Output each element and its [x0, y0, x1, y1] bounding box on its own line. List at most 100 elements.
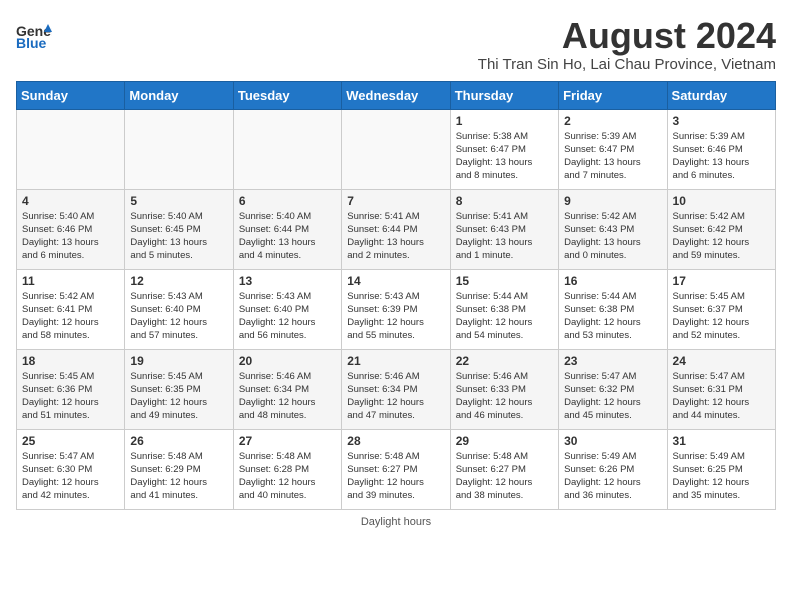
- day-number: 25: [22, 434, 119, 448]
- calendar-cell: 22 Sunrise: 5:46 AM Sunset: 6:33 PM Dayli…: [450, 349, 558, 429]
- day-number: 30: [564, 434, 661, 448]
- calendar-cell: 28 Sunrise: 5:48 AM Sunset: 6:27 PM Dayli…: [342, 429, 450, 509]
- day-info: Sunrise: 5:42 AM Sunset: 6:42 PM Dayligh…: [673, 210, 770, 263]
- day-number: 24: [673, 354, 770, 368]
- day-info: Sunrise: 5:45 AM Sunset: 6:37 PM Dayligh…: [673, 290, 770, 343]
- day-number: 5: [130, 194, 227, 208]
- day-info: Sunrise: 5:48 AM Sunset: 6:27 PM Dayligh…: [347, 450, 444, 503]
- week-row-0: 1 Sunrise: 5:38 AM Sunset: 6:47 PM Daylig…: [17, 109, 776, 189]
- day-number: 17: [673, 274, 770, 288]
- day-info: Sunrise: 5:43 AM Sunset: 6:40 PM Dayligh…: [239, 290, 336, 343]
- calendar-cell: 25 Sunrise: 5:47 AM Sunset: 6:30 PM Dayli…: [17, 429, 125, 509]
- calendar-cell: 24 Sunrise: 5:47 AM Sunset: 6:31 PM Dayli…: [667, 349, 775, 429]
- day-info: Sunrise: 5:46 AM Sunset: 6:34 PM Dayligh…: [347, 370, 444, 423]
- day-number: 1: [456, 114, 553, 128]
- calendar-cell: [17, 109, 125, 189]
- day-number: 23: [564, 354, 661, 368]
- day-number: 15: [456, 274, 553, 288]
- day-number: 26: [130, 434, 227, 448]
- footer-note: Daylight hours: [16, 516, 776, 528]
- calendar-cell: [125, 109, 233, 189]
- day-number: 12: [130, 274, 227, 288]
- day-info: Sunrise: 5:42 AM Sunset: 6:43 PM Dayligh…: [564, 210, 661, 263]
- day-info: Sunrise: 5:41 AM Sunset: 6:43 PM Dayligh…: [456, 210, 553, 263]
- header-row: SundayMondayTuesdayWednesdayThursdayFrid…: [17, 81, 776, 109]
- day-number: 31: [673, 434, 770, 448]
- day-number: 20: [239, 354, 336, 368]
- header-cell-wednesday: Wednesday: [342, 81, 450, 109]
- header: General Blue August 2024 Thi Tran Sin Ho…: [16, 16, 776, 73]
- day-info: Sunrise: 5:48 AM Sunset: 6:29 PM Dayligh…: [130, 450, 227, 503]
- calendar-cell: 15 Sunrise: 5:44 AM Sunset: 6:38 PM Dayli…: [450, 269, 558, 349]
- calendar-cell: 13 Sunrise: 5:43 AM Sunset: 6:40 PM Dayli…: [233, 269, 341, 349]
- day-number: 29: [456, 434, 553, 448]
- day-info: Sunrise: 5:44 AM Sunset: 6:38 PM Dayligh…: [456, 290, 553, 343]
- day-number: 6: [239, 194, 336, 208]
- calendar-cell: 16Sunrise: 5:44 AM Sunset: 6:38 PM Dayli…: [559, 269, 667, 349]
- header-cell-saturday: Saturday: [667, 81, 775, 109]
- day-info: Sunrise: 5:44 AM Sunset: 6:38 PM Dayligh…: [564, 290, 661, 343]
- calendar-cell: 20 Sunrise: 5:46 AM Sunset: 6:34 PM Dayli…: [233, 349, 341, 429]
- week-row-1: 4Sunrise: 5:40 AM Sunset: 6:46 PM Daylig…: [17, 189, 776, 269]
- day-info: Sunrise: 5:46 AM Sunset: 6:33 PM Dayligh…: [456, 370, 553, 423]
- svg-text:Blue: Blue: [16, 35, 47, 51]
- calendar-table: SundayMondayTuesdayWednesdayThursdayFrid…: [16, 81, 776, 510]
- week-row-2: 11Sunrise: 5:42 AM Sunset: 6:41 PM Dayli…: [17, 269, 776, 349]
- day-info: Sunrise: 5:40 AM Sunset: 6:44 PM Dayligh…: [239, 210, 336, 263]
- calendar-cell: 11Sunrise: 5:42 AM Sunset: 6:41 PM Dayli…: [17, 269, 125, 349]
- day-number: 14: [347, 274, 444, 288]
- day-number: 18: [22, 354, 119, 368]
- calendar-cell: 6 Sunrise: 5:40 AM Sunset: 6:44 PM Daylig…: [233, 189, 341, 269]
- calendar-cell: 10 Sunrise: 5:42 AM Sunset: 6:42 PM Dayli…: [667, 189, 775, 269]
- calendar-cell: 4Sunrise: 5:40 AM Sunset: 6:46 PM Daylig…: [17, 189, 125, 269]
- day-info: Sunrise: 5:41 AM Sunset: 6:44 PM Dayligh…: [347, 210, 444, 263]
- day-number: 13: [239, 274, 336, 288]
- calendar-cell: 23 Sunrise: 5:47 AM Sunset: 6:32 PM Dayli…: [559, 349, 667, 429]
- day-info: Sunrise: 5:43 AM Sunset: 6:39 PM Dayligh…: [347, 290, 444, 343]
- calendar-subtitle: Thi Tran Sin Ho, Lai Chau Province, Viet…: [478, 56, 776, 73]
- day-info: Sunrise: 5:38 AM Sunset: 6:47 PM Dayligh…: [456, 130, 553, 183]
- calendar-cell: 3 Sunrise: 5:39 AM Sunset: 6:46 PM Daylig…: [667, 109, 775, 189]
- day-info: Sunrise: 5:47 AM Sunset: 6:30 PM Dayligh…: [22, 450, 119, 503]
- header-cell-tuesday: Tuesday: [233, 81, 341, 109]
- calendar-cell: 8Sunrise: 5:41 AM Sunset: 6:43 PM Daylig…: [450, 189, 558, 269]
- week-row-3: 18Sunrise: 5:45 AM Sunset: 6:36 PM Dayli…: [17, 349, 776, 429]
- day-number: 10: [673, 194, 770, 208]
- calendar-cell: 18Sunrise: 5:45 AM Sunset: 6:36 PM Dayli…: [17, 349, 125, 429]
- calendar-cell: 2 Sunrise: 5:39 AM Sunset: 6:47 PM Daylig…: [559, 109, 667, 189]
- day-number: 2: [564, 114, 661, 128]
- day-info: Sunrise: 5:40 AM Sunset: 6:46 PM Dayligh…: [22, 210, 119, 263]
- logo-icon: General Blue: [16, 16, 52, 57]
- calendar-cell: 5Sunrise: 5:40 AM Sunset: 6:45 PM Daylig…: [125, 189, 233, 269]
- day-info: Sunrise: 5:48 AM Sunset: 6:28 PM Dayligh…: [239, 450, 336, 503]
- calendar-cell: [233, 109, 341, 189]
- calendar-cell: [342, 109, 450, 189]
- day-info: Sunrise: 5:47 AM Sunset: 6:31 PM Dayligh…: [673, 370, 770, 423]
- day-info: Sunrise: 5:47 AM Sunset: 6:32 PM Dayligh…: [564, 370, 661, 423]
- day-info: Sunrise: 5:46 AM Sunset: 6:34 PM Dayligh…: [239, 370, 336, 423]
- day-number: 7: [347, 194, 444, 208]
- day-info: Sunrise: 5:42 AM Sunset: 6:41 PM Dayligh…: [22, 290, 119, 343]
- day-info: Sunrise: 5:48 AM Sunset: 6:27 PM Dayligh…: [456, 450, 553, 503]
- day-number: 3: [673, 114, 770, 128]
- page-container: General Blue August 2024 Thi Tran Sin Ho…: [16, 16, 776, 528]
- day-info: Sunrise: 5:39 AM Sunset: 6:46 PM Dayligh…: [673, 130, 770, 183]
- header-cell-monday: Monday: [125, 81, 233, 109]
- calendar-cell: 21 Sunrise: 5:46 AM Sunset: 6:34 PM Dayli…: [342, 349, 450, 429]
- day-number: 22: [456, 354, 553, 368]
- day-number: 21: [347, 354, 444, 368]
- day-info: Sunrise: 5:49 AM Sunset: 6:25 PM Dayligh…: [673, 450, 770, 503]
- day-number: 28: [347, 434, 444, 448]
- calendar-cell: 27 Sunrise: 5:48 AM Sunset: 6:28 PM Dayli…: [233, 429, 341, 509]
- calendar-cell: 29 Sunrise: 5:48 AM Sunset: 6:27 PM Dayli…: [450, 429, 558, 509]
- day-info: Sunrise: 5:45 AM Sunset: 6:35 PM Dayligh…: [130, 370, 227, 423]
- calendar-cell: 12 Sunrise: 5:43 AM Sunset: 6:40 PM Dayli…: [125, 269, 233, 349]
- calendar-cell: 7 Sunrise: 5:41 AM Sunset: 6:44 PM Daylig…: [342, 189, 450, 269]
- header-cell-sunday: Sunday: [17, 81, 125, 109]
- calendar-cell: 26 Sunrise: 5:48 AM Sunset: 6:29 PM Dayli…: [125, 429, 233, 509]
- calendar-cell: 31 Sunrise: 5:49 AM Sunset: 6:25 PM Dayli…: [667, 429, 775, 509]
- day-number: 27: [239, 434, 336, 448]
- day-info: Sunrise: 5:39 AM Sunset: 6:47 PM Dayligh…: [564, 130, 661, 183]
- day-info: Sunrise: 5:43 AM Sunset: 6:40 PM Dayligh…: [130, 290, 227, 343]
- day-number: 9: [564, 194, 661, 208]
